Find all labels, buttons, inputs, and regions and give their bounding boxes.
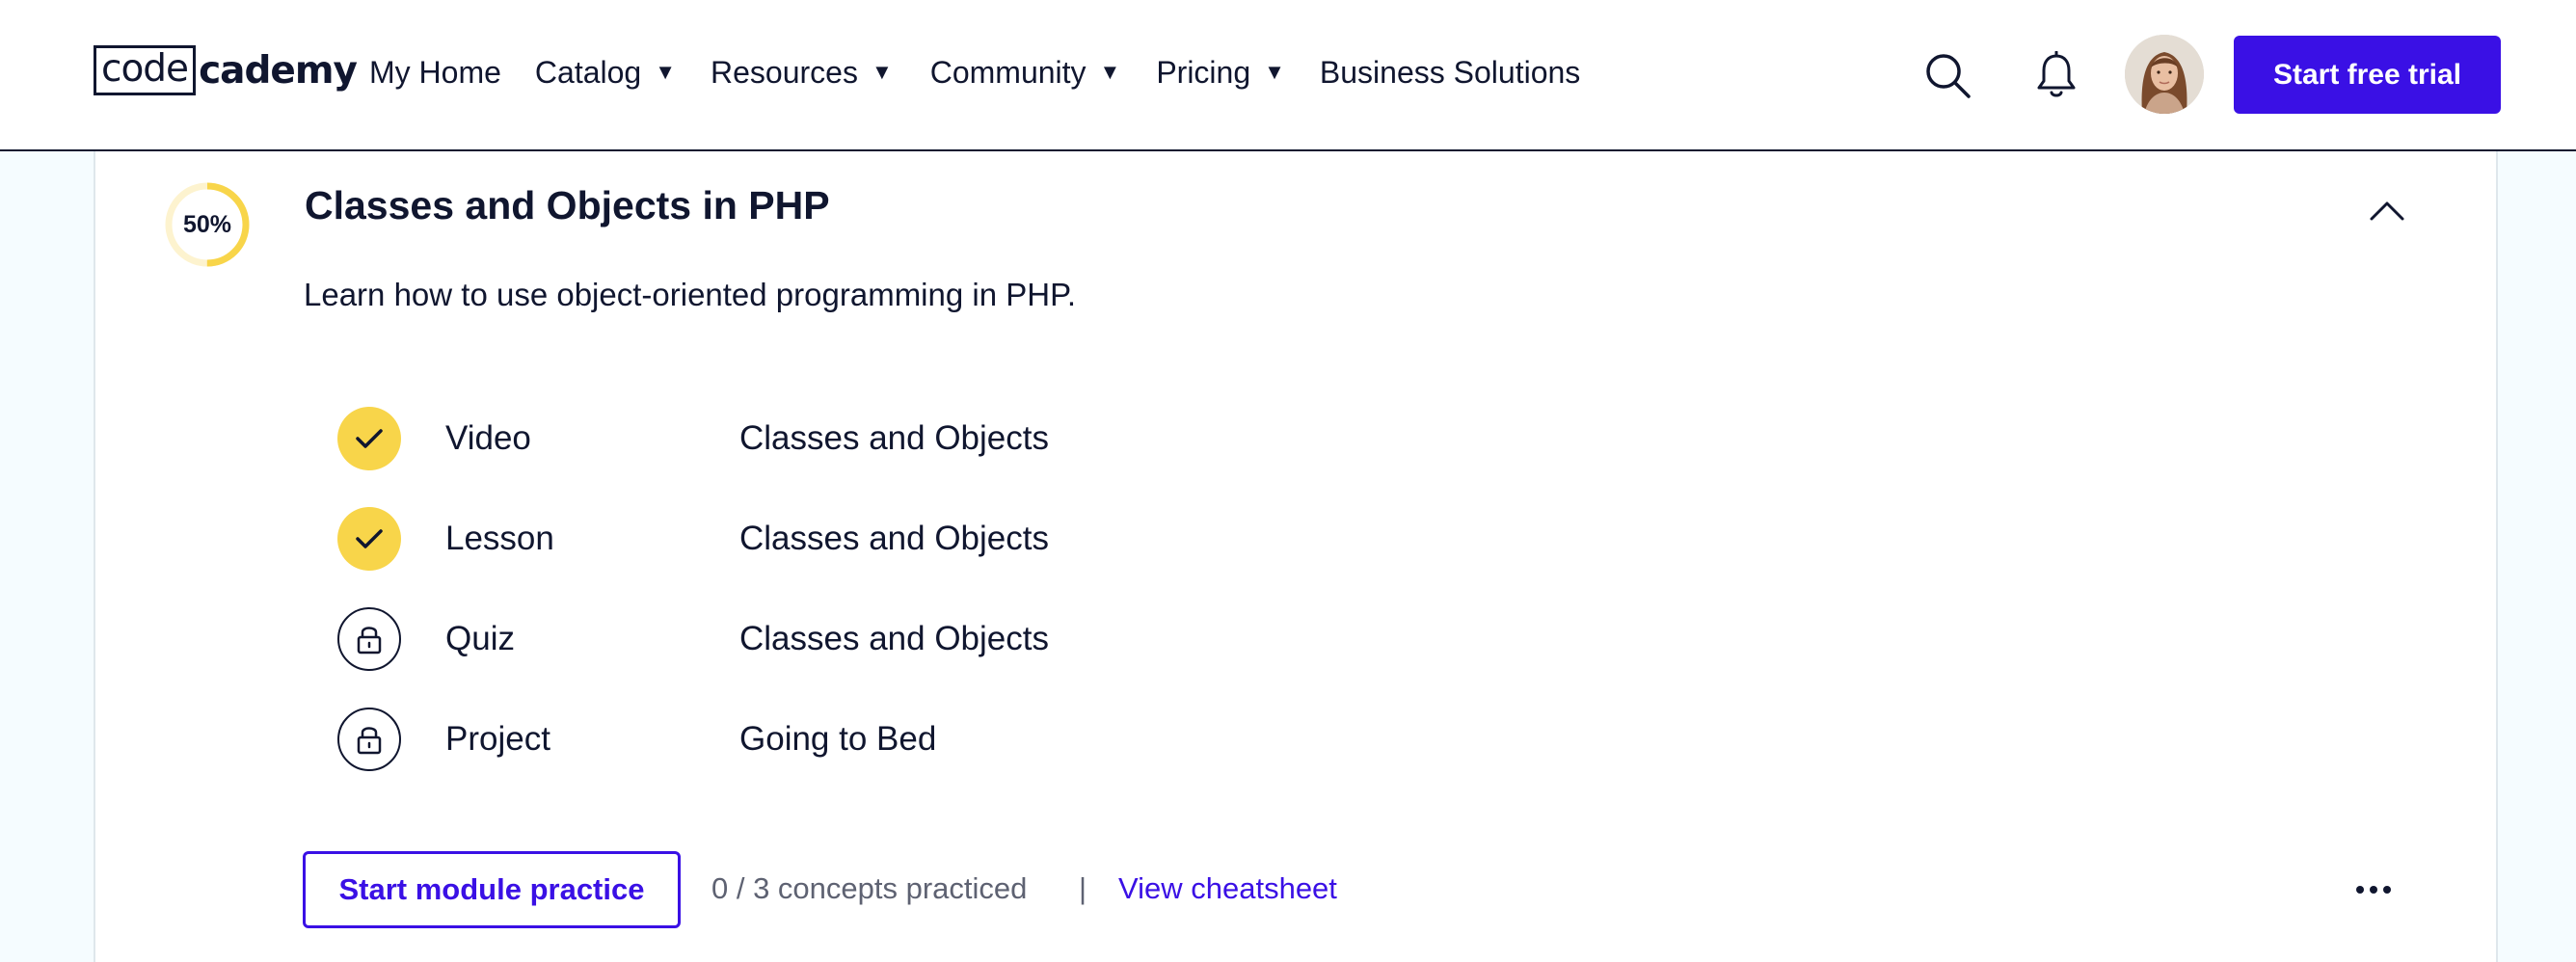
- item-name: Going to Bed: [739, 720, 937, 758]
- top-navbar: code cademy My Home Catalog ▼ Resources ▼…: [0, 0, 2576, 151]
- nav-pricing[interactable]: Pricing ▼: [1156, 48, 1285, 96]
- module-item-project[interactable]: Project Going to Bed: [337, 708, 1205, 771]
- item-name: Classes and Objects: [739, 620, 1049, 657]
- nav-label: Resources: [710, 54, 858, 90]
- lock-icon: [337, 607, 401, 671]
- nav-catalog[interactable]: Catalog ▼: [535, 48, 676, 96]
- checkmark-icon: [337, 507, 401, 571]
- lock-icon: [337, 708, 401, 771]
- item-type: Quiz: [445, 620, 515, 657]
- item-type: Video: [445, 419, 531, 457]
- codecademy-logo[interactable]: code cademy: [94, 45, 358, 95]
- logo-text: cademy: [199, 48, 358, 93]
- start-module-practice-button[interactable]: Start module practice: [303, 851, 681, 928]
- nav-label: Pricing: [1156, 54, 1251, 90]
- nav-my-home[interactable]: My Home: [369, 48, 501, 96]
- nav-business-solutions[interactable]: Business Solutions: [1320, 48, 1580, 96]
- module-description: Learn how to use object-oriented program…: [304, 277, 1077, 312]
- nav-label: Business Solutions: [1319, 54, 1581, 90]
- item-name: Classes and Objects: [739, 520, 1049, 557]
- nav-label: Community: [929, 54, 1087, 90]
- caret-down-icon: ▼: [1099, 60, 1121, 84]
- item-type: Project: [445, 720, 550, 758]
- concepts-practiced-count: 0 / 3 concepts practiced: [711, 871, 1028, 905]
- search-icon[interactable]: [1920, 48, 1974, 102]
- module-item-lesson[interactable]: Lesson Classes and Objects: [337, 507, 1205, 571]
- item-name: Classes and Objects: [739, 419, 1049, 457]
- progress-percent: 50%: [182, 210, 232, 238]
- nav-label: Catalog: [534, 54, 642, 90]
- start-free-trial-button[interactable]: Start free trial: [2234, 36, 2501, 114]
- caret-down-icon: ▼: [1264, 60, 1285, 84]
- nav-label: My Home: [369, 54, 501, 90]
- more-options-icon[interactable]: [2356, 876, 2391, 903]
- module-item-video[interactable]: Video Classes and Objects: [337, 407, 1205, 470]
- chevron-up-icon[interactable]: [2368, 196, 2406, 225]
- caret-down-icon: ▼: [655, 60, 676, 84]
- user-avatar[interactable]: [2125, 35, 2204, 114]
- module-title: Classes and Objects in PHP: [305, 183, 830, 227]
- caret-down-icon: ▼: [871, 60, 893, 84]
- divider: |: [1079, 871, 1087, 905]
- logo-boxed-text: code: [94, 45, 197, 95]
- bell-icon[interactable]: [2032, 48, 2080, 102]
- nav-resources[interactable]: Resources ▼: [711, 48, 893, 96]
- nav-community[interactable]: Community ▼: [930, 48, 1121, 96]
- view-cheatsheet-link[interactable]: View cheatsheet: [1118, 868, 1337, 910]
- module-item-quiz[interactable]: Quiz Classes and Objects: [337, 607, 1205, 671]
- checkmark-icon: [337, 407, 401, 470]
- main-nav: My Home Catalog ▼ Resources ▼ Community …: [369, 48, 1580, 96]
- item-type: Lesson: [445, 520, 554, 557]
